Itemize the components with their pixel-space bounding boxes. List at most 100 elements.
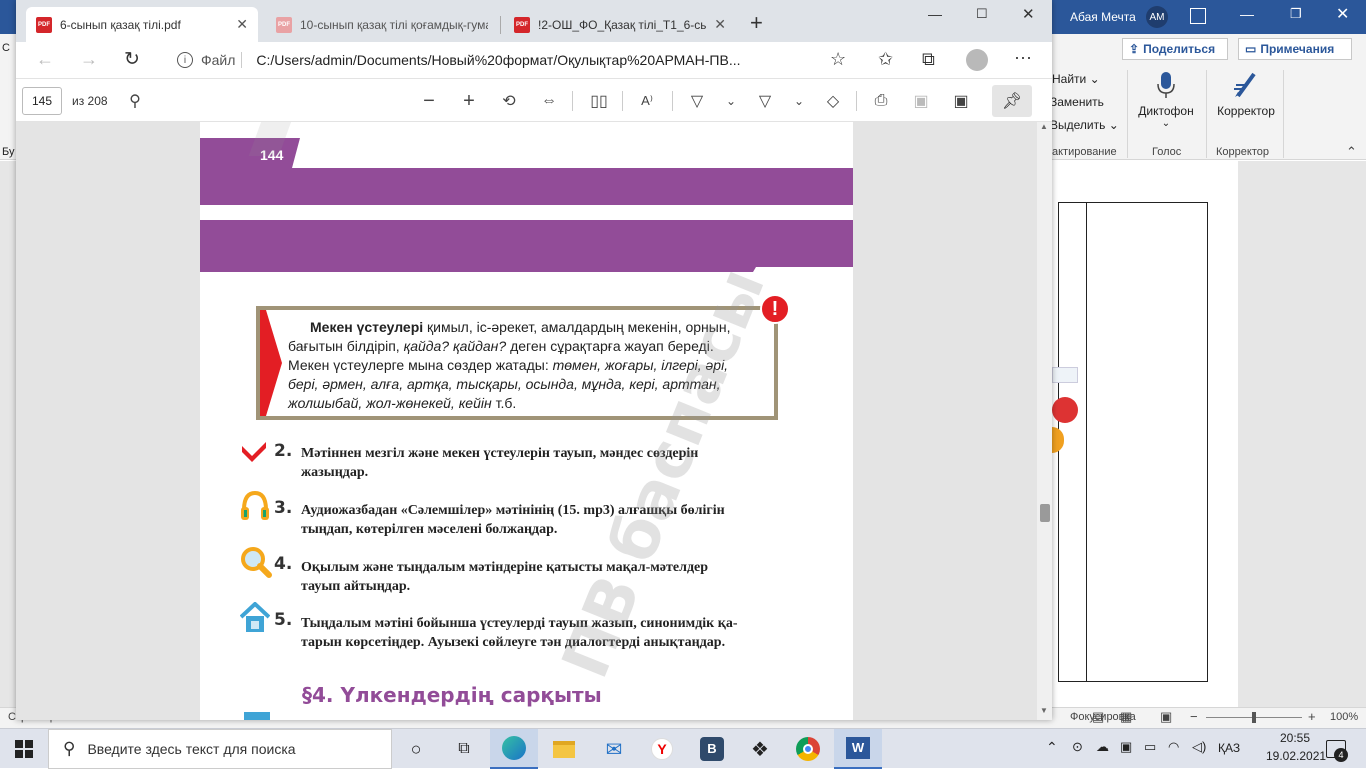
volume-icon[interactable]: ◁) [1192,739,1206,755]
save-icon[interactable]: ▣ [906,79,936,123]
vertical-scrollbar[interactable]: ▲ ▼ [1037,122,1052,720]
pin-toolbar-icon[interactable]: 📌︎ [992,85,1032,117]
search-icon[interactable]: ⚲ [120,79,150,123]
scrollbar-thumb[interactable] [1040,504,1050,522]
cortana-icon[interactable]: ○ [392,729,440,769]
toolbar-divider [672,91,673,111]
task-number: 2. [274,441,293,461]
back-icon[interactable]: ← [36,49,54,70]
forward-icon[interactable]: → [80,49,98,70]
word-page[interactable] [1052,161,1238,707]
tab-pdf-3[interactable]: PDF !2-ОШ_ФО_Қазақ тілі_Т1_6-сынып ✕ [504,7,736,42]
share-label: Поделиться [1143,42,1216,56]
info-icon[interactable]: i [177,52,193,68]
onedrive-icon[interactable]: ☁ [1096,739,1109,755]
page-view-icon[interactable]: ▯▯ [584,79,614,123]
language-indicator[interactable]: ҚАЗ [1218,741,1240,755]
chevron-down-icon: ⌄ [1108,118,1119,132]
task-view-icon[interactable]: ⧉ [440,729,488,769]
notes-button[interactable]: ▭ Примечания [1238,38,1352,60]
zoom-in-icon[interactable]: + [454,79,484,123]
tab-pdf-2[interactable]: PDF 10-сынып қазақ тілі қоғамдық-гума [266,7,498,42]
tray-app-icon[interactable]: ⊙ [1072,739,1083,755]
print-icon[interactable]: ⎙ [866,79,896,123]
editing-group-label: актирование [1052,146,1117,158]
vk-logo-icon: B [700,737,724,761]
close-window-icon[interactable]: ✕ [1022,5,1035,23]
favorites-icon[interactable]: ✩ [878,49,893,70]
account-name[interactable]: Абая Мечта [1070,10,1136,24]
zoom-level[interactable]: 100% [1330,711,1358,723]
tray-doc-icon[interactable]: ▣ [1120,739,1132,755]
collapse-ribbon-icon[interactable]: ⌃ [1346,144,1357,160]
close-tab-icon[interactable]: ✕ [714,16,726,33]
share-button[interactable]: ⇪ Поделиться [1122,38,1228,60]
rotate-icon[interactable]: ⟲ [494,79,524,123]
highlight-icon[interactable]: ▽ [750,79,780,123]
dropbox-icon[interactable]: ❖ [736,729,784,769]
share-icon: ⇪ [1129,42,1140,56]
file-explorer-icon[interactable] [540,729,588,769]
tab-pdf-active[interactable]: PDF 6-сынып қазақ тілі.pdf ✕ [26,7,258,42]
avatar[interactable]: AM [1146,6,1168,28]
tab-title: 6-сынып қазақ тілі.pdf [60,17,181,32]
new-tab-button[interactable]: + [750,10,763,36]
pdf-page[interactable]: 144 ! Мекен үстеулері қимыл, іс-әрекет, … [200,122,853,720]
rule-line5a: жолшыбай, жол-жөнекей, кейін [288,395,492,411]
more-menu-icon[interactable]: ··· [1014,47,1032,68]
zoom-out-icon[interactable]: − [1190,709,1198,724]
page-number-input[interactable]: 145 [22,87,62,115]
fit-width-icon[interactable]: ⇔ [534,79,564,123]
mail-icon[interactable]: ✉ [590,729,638,769]
select-button[interactable]: Выделить ⌄ [1050,118,1119,132]
corrector-button[interactable]: Корректор [1214,70,1278,136]
replace-button[interactable]: Заменить [1050,95,1104,109]
find-button[interactable]: Найти ⌄ [1052,72,1100,86]
edge-app-icon[interactable] [490,729,538,769]
close-icon[interactable]: ✕ [1336,4,1349,24]
minimize-icon[interactable]: — [1240,6,1254,22]
zoom-out-icon[interactable]: − [414,79,444,123]
rule-line4: бері, әрмен, алға, артқа, тысқары, осынд… [288,376,721,392]
task-item: 3. Аудиожазбадан «Сәлемшілер» мәтінінің … [241,490,777,540]
scroll-down-icon[interactable]: ▼ [1040,706,1048,715]
draw-icon[interactable]: ▽ [682,79,712,123]
web-layout-icon[interactable]: ▣ [1160,709,1172,725]
save-as-icon[interactable]: ▣ [946,79,976,123]
vk-icon[interactable]: B [688,729,736,769]
collections-icon[interactable]: ⧉ [922,49,935,70]
ribbon-display-icon[interactable] [1190,8,1206,24]
close-tab-icon[interactable]: ✕ [236,16,248,33]
wifi-icon[interactable]: ◠ [1168,739,1179,755]
rule-box-marker [260,310,282,416]
refresh-icon[interactable]: ↻ [124,48,140,71]
search-box[interactable]: ⚲ Введите здесь текст для поиска [48,729,392,769]
restore-icon[interactable]: ❐ [1290,6,1302,22]
tray-chevron-icon[interactable]: ⌃ [1046,739,1058,756]
profile-icon[interactable] [966,49,988,71]
chevron-down-icon[interactable]: ⌄ [716,79,746,123]
zoom-slider-thumb[interactable] [1252,712,1256,723]
scroll-up-icon[interactable]: ▲ [1040,122,1048,131]
chevron-down-icon[interactable]: ⌄ [784,79,814,123]
read-aloud-icon[interactable]: A⁾ [632,79,662,123]
yandex-browser-icon[interactable]: Y [638,729,686,769]
start-button[interactable] [0,729,48,769]
chrome-icon[interactable] [784,729,832,769]
minimize-icon[interactable]: — [928,6,942,22]
url-field[interactable]: i Файл C:/Users/admin/Documents/Новый%20… [162,45,862,75]
add-favorite-icon[interactable]: ☆ [830,49,846,70]
clock-date[interactable]: 19.02.2021 [1266,749,1326,763]
clock-time[interactable]: 20:55 [1280,731,1310,745]
eraser-icon[interactable]: ◇ [818,79,848,123]
chevron-down-icon: ⌄ [1161,118,1171,129]
dictation-button[interactable]: Диктофон ⌄ [1136,70,1196,136]
battery-icon[interactable]: ▭ [1144,739,1156,755]
word-app-icon[interactable]: W [834,729,882,769]
read-mode-icon[interactable]: ▤ [1092,709,1104,725]
print-layout-icon[interactable]: ▦ [1120,709,1132,725]
address-bar: ← → ↻ i Файл C:/Users/admin/Documents/Но… [16,42,1052,78]
ribbon-stub-top: С [2,42,10,54]
zoom-in-icon[interactable]: + [1308,709,1316,724]
maximize-icon[interactable]: ☐ [976,6,988,22]
